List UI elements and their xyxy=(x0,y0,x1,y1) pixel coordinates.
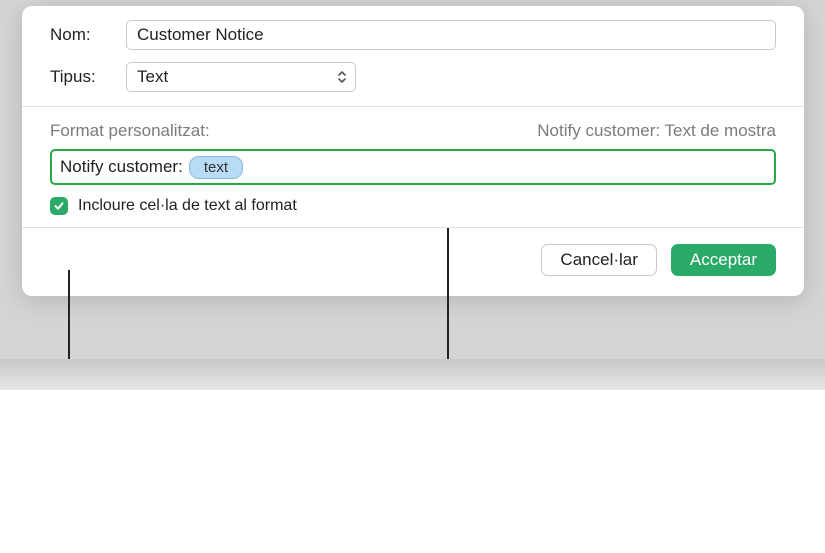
include-text-checkbox[interactable] xyxy=(50,197,68,215)
format-prefix: Notify customer: xyxy=(60,157,183,177)
text-token[interactable]: text xyxy=(189,156,243,179)
type-label: Tipus: xyxy=(50,67,126,87)
type-value: Text xyxy=(137,67,168,87)
accept-button[interactable]: Acceptar xyxy=(671,244,776,276)
custom-format-dialog: Nom: Tipus: Text Format personalitzat: N… xyxy=(22,6,804,296)
chevron-updown-icon xyxy=(333,66,351,88)
name-input[interactable] xyxy=(126,20,776,50)
cancel-button[interactable]: Cancel·lar xyxy=(541,244,656,276)
include-text-label: Incloure cel·la de text al format xyxy=(78,197,297,215)
type-select[interactable]: Text xyxy=(126,62,356,92)
name-label: Nom: xyxy=(50,25,126,45)
format-input[interactable]: Notify customer: text xyxy=(50,149,776,185)
format-sample: Notify customer: Text de mostra xyxy=(537,121,776,141)
format-section-label: Format personalitzat: xyxy=(50,121,210,141)
